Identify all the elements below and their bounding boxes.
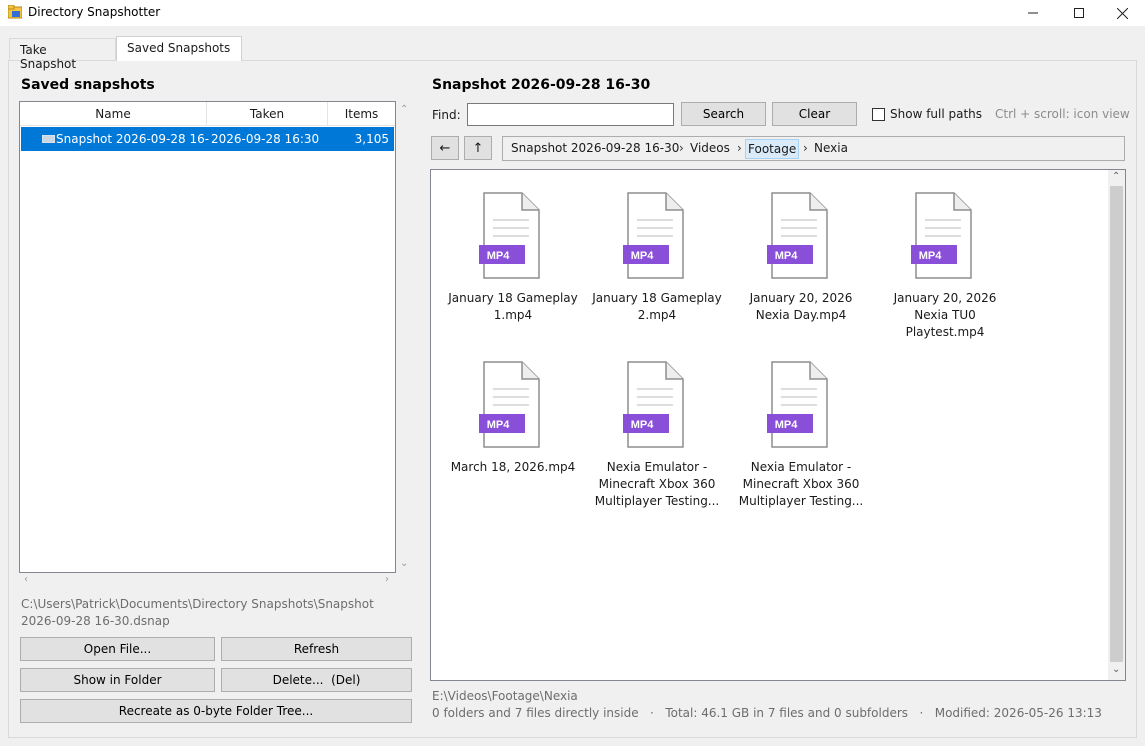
snapshot-list[interactable]: Name Taken Items Snapshot 2026-09-28 16-… — [19, 101, 396, 573]
file-badge: MP4 — [631, 250, 655, 262]
back-button[interactable]: ← — [431, 136, 459, 160]
row-name: Snapshot 2026-09-28 16-30 — [56, 132, 210, 146]
scroll-down-icon[interactable]: ⌄ — [400, 558, 408, 569]
clear-button[interactable]: Clear — [772, 102, 857, 126]
video-file-icon: MP4 — [911, 192, 972, 279]
file-item[interactable]: MP4 Nexia Emulator - Minecraft Xbox 360 M… — [734, 361, 868, 521]
file-name: January 20, 2026 Nexia TU0 Playtest.mp4 — [893, 291, 997, 339]
close-icon — [1116, 7, 1128, 19]
breadcrumb-separator: › — [803, 141, 808, 155]
minimize-button[interactable] — [1010, 0, 1056, 26]
file-name: Nexia Emulator - Minecraft Xbox 360 Mult… — [738, 460, 864, 508]
window-title: Directory Snapshotter — [28, 5, 161, 19]
file-name: January 20, 2026 Nexia Day.mp4 — [749, 291, 853, 322]
vertical-scrollbar[interactable]: ⌃ ⌄ — [1108, 170, 1125, 680]
delete-button[interactable]: Delete... (Del) — [221, 668, 412, 692]
file-item[interactable]: MP4 January 20, 2026 Nexia TU0 Playtest.m… — [878, 192, 1012, 352]
find-input[interactable] — [467, 103, 674, 126]
maximize-button[interactable] — [1056, 0, 1102, 26]
row-items: 3,105 — [354, 132, 389, 146]
breadcrumb: Snapshot 2026-09-28 16-30 › Videos › Foo… — [502, 136, 1125, 161]
show-full-paths-checkbox[interactable] — [872, 108, 885, 121]
saved-snapshots-heading: Saved snapshots — [21, 77, 155, 93]
breadcrumb-item-videos[interactable]: Videos — [690, 141, 730, 155]
video-file-icon: MP4 — [623, 361, 684, 448]
tab-saved-snapshots[interactable]: Saved Snapshots — [116, 36, 242, 61]
column-header-name[interactable]: Name — [20, 102, 207, 126]
scrollbar-thumb[interactable] — [1110, 186, 1123, 662]
minimize-icon — [1028, 12, 1038, 14]
breadcrumb-item-nexia[interactable]: Nexia — [814, 141, 848, 155]
title-bar: Directory Snapshotter — [0, 0, 1145, 26]
file-badge: MP4 — [631, 419, 655, 431]
file-badge: MP4 — [919, 250, 943, 262]
maximize-icon — [1074, 8, 1084, 18]
icon-view-hint: Ctrl + scroll: icon view — [995, 107, 1130, 121]
row-taken: 2026-09-28 16:30 — [211, 132, 320, 146]
app-icon — [8, 5, 22, 19]
breadcrumb-item-footage[interactable]: Footage — [745, 139, 800, 159]
search-button[interactable]: Search — [681, 102, 766, 126]
file-badge: MP4 — [775, 419, 799, 431]
show-in-folder-button[interactable]: Show in Folder — [20, 668, 215, 692]
snapshot-row[interactable]: Snapshot 2026-09-28 16-30 2026-09-28 16:… — [21, 127, 394, 151]
video-file-icon: MP4 — [479, 361, 540, 448]
scroll-left-icon[interactable]: ‹ — [24, 574, 28, 585]
snapshot-file-path: C:\Users\Patrick\Documents\Directory Sna… — [21, 597, 374, 628]
video-file-icon: MP4 — [767, 361, 828, 448]
file-badge: MP4 — [487, 250, 511, 262]
file-name: March 18, 2026.mp4 — [450, 460, 576, 474]
scroll-down-icon[interactable]: ⌄ — [1112, 664, 1120, 675]
find-label: Find: — [432, 108, 461, 122]
breadcrumb-item-snapshot[interactable]: Snapshot 2026-09-28 16-30 — [511, 141, 679, 155]
file-item[interactable]: MP4 January 20, 2026 Nexia Day.mp4 — [734, 192, 868, 352]
file-name: January 18 Gameplay 1.mp4 — [448, 291, 578, 322]
refresh-button[interactable]: Refresh — [221, 637, 412, 661]
snapshot-file-icon — [42, 135, 55, 143]
breadcrumb-separator: › — [737, 141, 742, 155]
scroll-right-icon[interactable]: › — [385, 574, 389, 585]
status-summary: 0 folders and 7 files directly inside · … — [432, 706, 1102, 720]
file-badge: MP4 — [775, 250, 799, 262]
open-file-button[interactable]: Open File... — [20, 637, 215, 661]
file-item[interactable]: MP4 Nexia Emulator - Minecraft Xbox 360 M… — [590, 361, 724, 521]
file-name: January 18 Gameplay 2.mp4 — [592, 291, 722, 322]
file-item[interactable]: MP4 March 18, 2026.mp4 — [446, 361, 580, 521]
tab-take-snapshot[interactable]: Take Snapshot — [9, 38, 116, 71]
breadcrumb-separator: › — [679, 141, 684, 155]
column-header-items[interactable]: Items — [328, 102, 395, 126]
recreate-folder-tree-button[interactable]: Recreate as 0-byte Folder Tree... — [20, 699, 412, 723]
snapshot-heading: Snapshot 2026-09-28 16-30 — [432, 77, 651, 93]
status-summary-text: 0 folders and 7 files directly inside · … — [432, 706, 1102, 720]
video-file-icon: MP4 — [479, 192, 540, 279]
scroll-up-icon[interactable]: ⌃ — [400, 104, 408, 115]
video-file-icon: MP4 — [623, 192, 684, 279]
file-item[interactable]: MP4 January 18 Gameplay 2.mp4 — [590, 192, 724, 352]
file-badge: MP4 — [487, 419, 511, 431]
status-path: E:\Videos\Footage\Nexia — [432, 689, 578, 703]
file-name: Nexia Emulator - Minecraft Xbox 360 Mult… — [594, 460, 720, 508]
close-button[interactable] — [1099, 0, 1145, 26]
show-full-paths-label[interactable]: Show full paths — [890, 107, 982, 121]
up-button[interactable]: ↑ — [464, 136, 492, 160]
list-header: Name Taken Items — [20, 102, 395, 126]
video-file-icon: MP4 — [767, 192, 828, 279]
scroll-up-icon[interactable]: ⌃ — [1112, 171, 1120, 182]
column-header-taken[interactable]: Taken — [207, 102, 328, 126]
file-item[interactable]: MP4 January 18 Gameplay 1.mp4 — [446, 192, 580, 352]
